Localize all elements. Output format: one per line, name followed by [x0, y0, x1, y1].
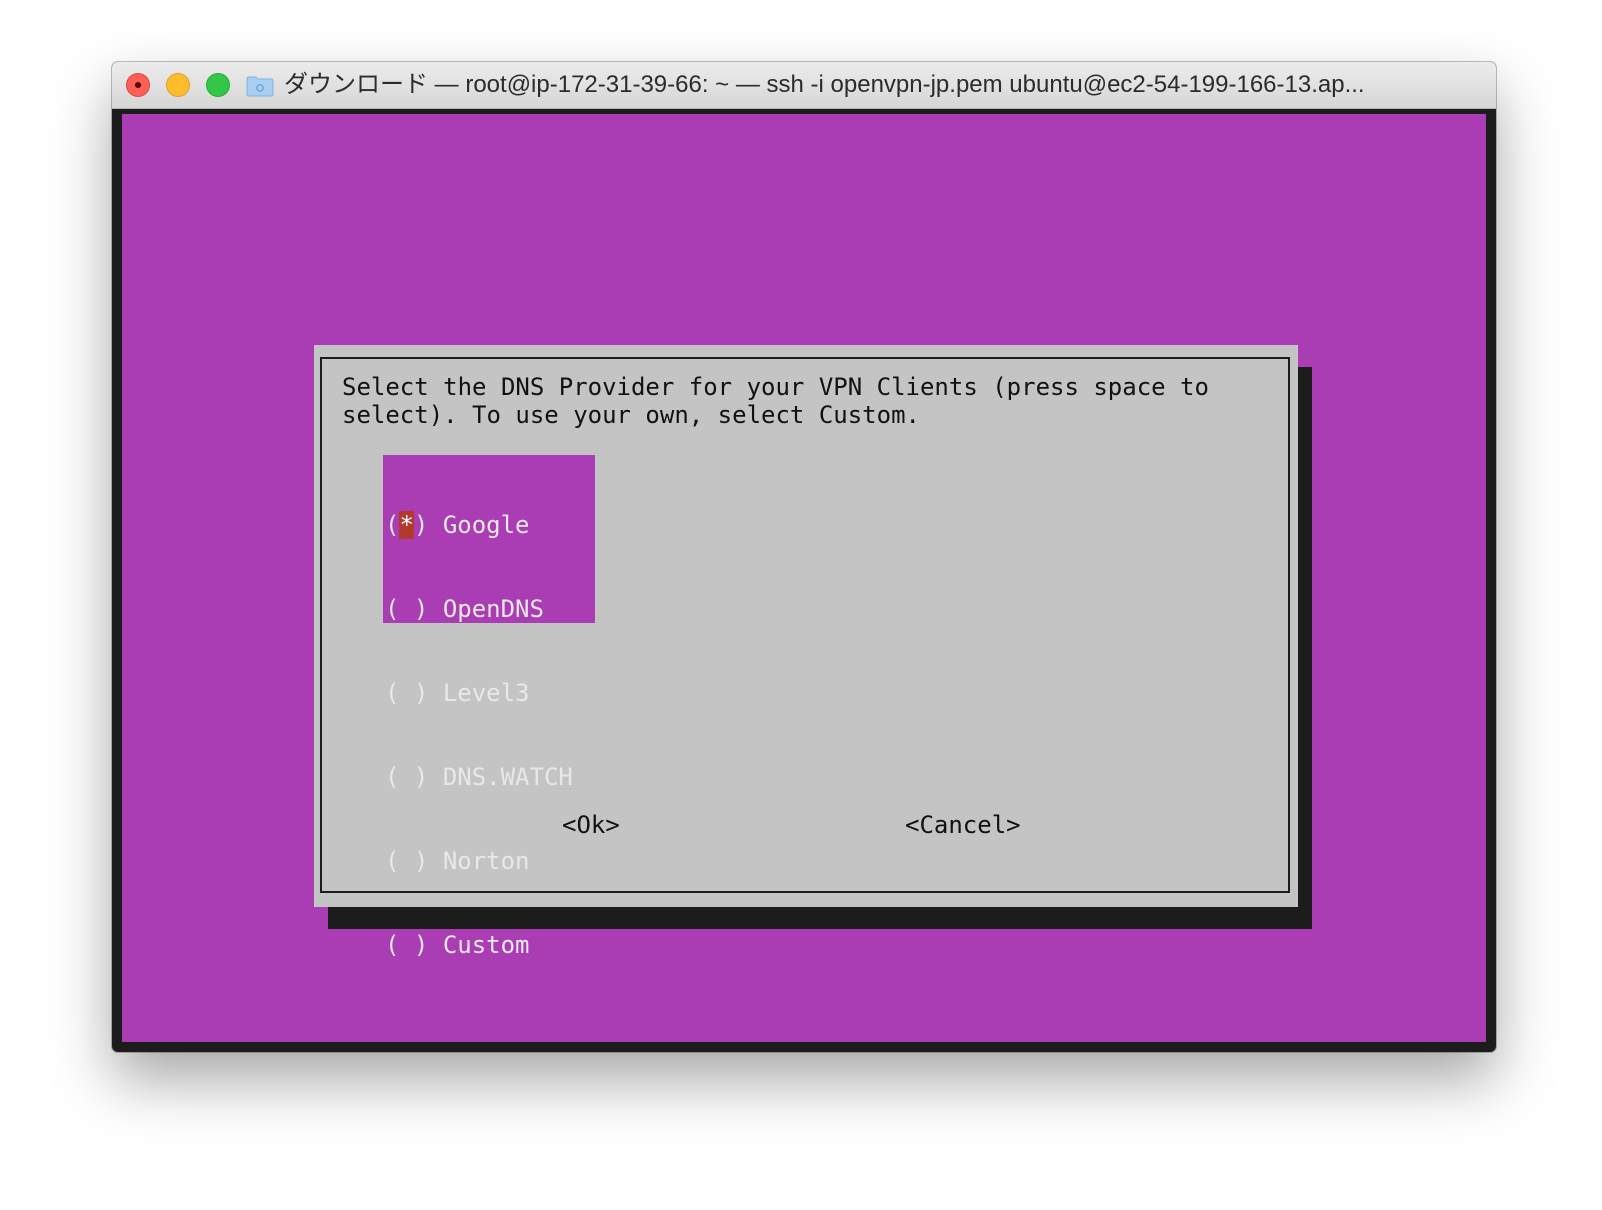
radio-open: ( [385, 931, 400, 959]
folder-icon [246, 76, 274, 97]
dialog-prompt: Select the DNS Provider for your VPN Cli… [342, 373, 1209, 429]
prompt-line-1: Select the DNS Provider for your VPN Cli… [342, 373, 1209, 401]
radio-marker-selected[interactable]: * [399, 511, 414, 539]
radio-marker[interactable] [399, 847, 413, 875]
radio-open: ( [385, 763, 400, 791]
option-label: DNS.WATCH [442, 763, 573, 791]
title-bar[interactable]: ダウンロード — root@ip-172-31-39-66: ~ — ssh -… [112, 62, 1496, 109]
radio-close: ) [413, 679, 429, 707]
radio-close: ) [413, 931, 429, 959]
radio-close: ) [413, 595, 429, 623]
radio-option-custom[interactable]: ( ) Custom [383, 931, 595, 959]
option-label: Norton [442, 847, 530, 875]
radio-close: ) [413, 511, 429, 539]
radio-close: ) [413, 847, 429, 875]
dns-provider-list[interactable]: (*) Google ( ) OpenDNS ( ) Level3 ( ) DN… [383, 455, 595, 959]
radio-open: ( [385, 679, 400, 707]
ok-button[interactable]: <Ok> [562, 811, 620, 839]
radio-option-level3[interactable]: ( ) Level3 [383, 679, 595, 707]
radio-open: ( [385, 847, 400, 875]
radio-option-google[interactable]: (*) Google [383, 511, 595, 539]
cancel-button[interactable]: <Cancel> [905, 811, 1021, 839]
option-label: OpenDNS [442, 595, 544, 623]
option-label: Level3 [442, 679, 530, 707]
option-label: Custom [442, 931, 530, 959]
prompt-line-2: select). To use your own, select Custom. [342, 401, 920, 429]
option-label: Google [442, 511, 530, 539]
radio-open: ( [385, 511, 400, 539]
radio-option-dns-watch[interactable]: ( ) DNS.WATCH [383, 763, 595, 791]
zoom-window-button[interactable] [206, 73, 230, 97]
close-window-button[interactable] [126, 73, 150, 97]
radio-marker[interactable] [399, 763, 413, 791]
terminal-window: ダウンロード — root@ip-172-31-39-66: ~ — ssh -… [112, 62, 1496, 1052]
radio-marker[interactable] [399, 931, 413, 959]
radio-marker[interactable] [399, 595, 413, 623]
radio-marker[interactable] [399, 679, 413, 707]
window-title: ダウンロード — root@ip-172-31-39-66: ~ — ssh -… [284, 71, 1365, 98]
radio-open: ( [385, 595, 400, 623]
radio-option-opendns[interactable]: ( ) OpenDNS [383, 595, 595, 623]
dns-provider-dialog: Select the DNS Provider for your VPN Cli… [314, 345, 1298, 959]
radio-close: ) [413, 763, 429, 791]
terminal-area[interactable]: Select the DNS Provider for your VPN Cli… [122, 114, 1486, 1042]
minimize-window-button[interactable] [166, 73, 190, 97]
radio-option-norton[interactable]: ( ) Norton [383, 847, 595, 875]
